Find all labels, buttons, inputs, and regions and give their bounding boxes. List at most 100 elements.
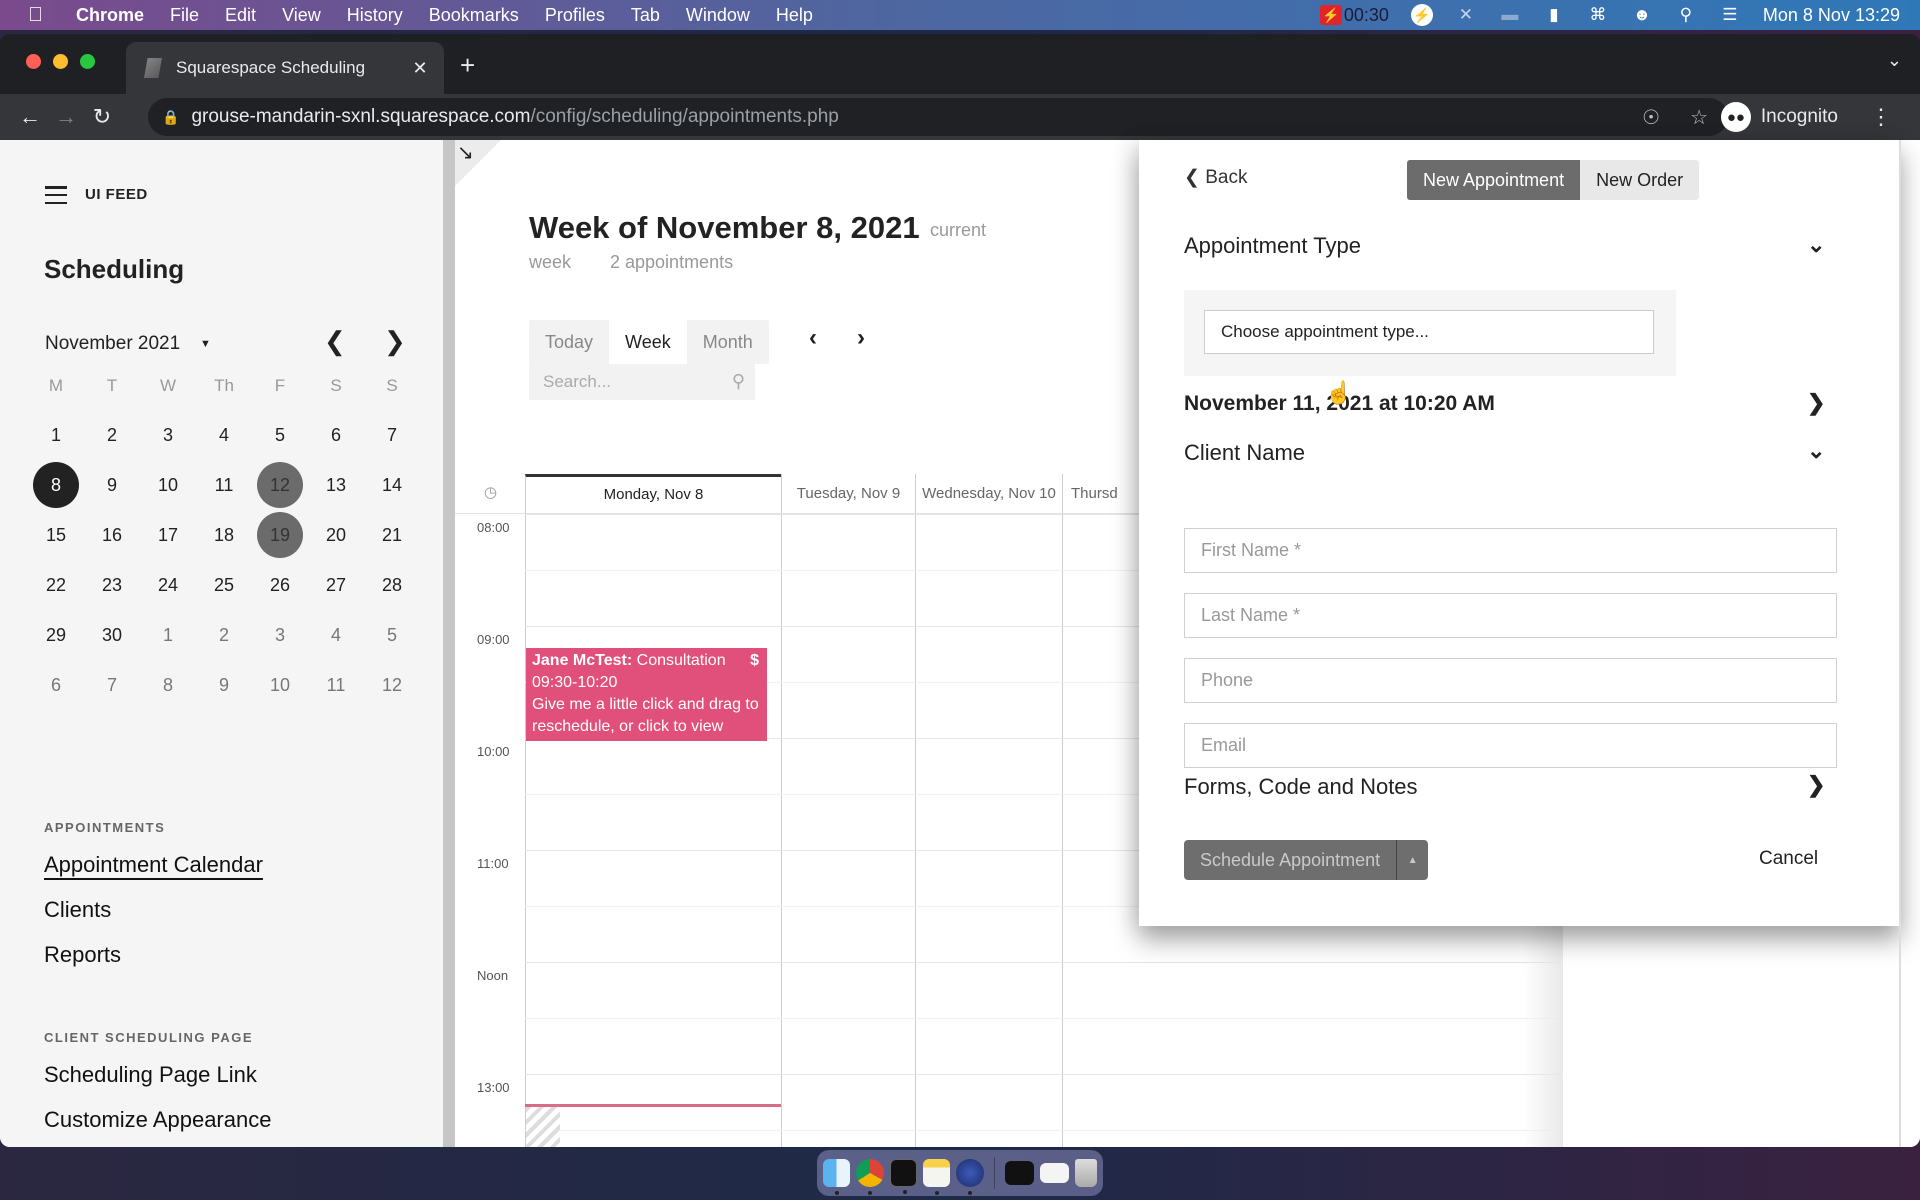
mini-calendar-day[interactable]: 30 [89, 612, 135, 658]
dock-trash-icon[interactable] [1075, 1159, 1097, 1187]
mini-calendar-day[interactable]: 10 [145, 462, 191, 508]
mini-calendar-day[interactable]: 23 [89, 562, 135, 608]
dock-finder-icon[interactable] [823, 1159, 851, 1195]
month-dropdown-caret-icon[interactable]: ▼ [200, 338, 211, 350]
mini-calendar-day[interactable]: 18 [201, 512, 247, 558]
mini-calendar-day[interactable]: 16 [89, 512, 135, 558]
nav-customize-appearance[interactable]: Customize Appearance [44, 1107, 271, 1133]
dock-terminal-icon[interactable] [889, 1159, 918, 1194]
menu-tab[interactable]: Tab [631, 5, 660, 26]
mini-calendar-day[interactable]: 2 [89, 412, 135, 458]
phone-field[interactable]: Phone [1184, 658, 1837, 703]
mini-calendar-day[interactable]: 5 [257, 412, 303, 458]
tab-new-order[interactable]: New Order [1580, 160, 1700, 200]
mini-calendar-day[interactable]: 5 [369, 612, 415, 658]
back-button[interactable]: ❮ Back [1184, 166, 1247, 189]
view-today-button[interactable]: Today [529, 320, 609, 364]
recording-indicator[interactable]: ⚡ 00:30 [1319, 5, 1389, 26]
calendar-event[interactable]: Jane McTest: Consultation $ 09:30-10:20 … [526, 648, 767, 741]
calendar-search-input[interactable]: Search... ⚲ [529, 364, 755, 400]
menu-edit[interactable]: Edit [225, 5, 256, 26]
mini-calendar-day[interactable]: 25 [201, 562, 247, 608]
nav-scheduling-page-link[interactable]: Scheduling Page Link [44, 1062, 257, 1088]
caret-up-icon[interactable]: ▲ [1396, 840, 1428, 880]
hamburger-menu-icon[interactable] [45, 186, 67, 204]
first-name-field[interactable]: First Name * [1184, 528, 1837, 573]
apple-icon[interactable]:  [28, 4, 50, 27]
mini-calendar-day[interactable]: 29 [33, 612, 79, 658]
reload-icon[interactable]: ↻ [84, 104, 120, 130]
mini-calendar-day[interactable]: 15 [33, 512, 79, 558]
menu-bookmarks[interactable]: Bookmarks [429, 5, 519, 26]
timezone-clock-icon[interactable]: ◷ [484, 483, 497, 501]
menu-view[interactable]: View [282, 5, 321, 26]
mini-calendar-day[interactable]: 11 [313, 662, 359, 708]
control-center-icon[interactable]: ☰ [1719, 4, 1741, 26]
mini-calendar-day[interactable]: 12 [369, 662, 415, 708]
mini-calendar-day[interactable]: 10 [257, 662, 303, 708]
mini-calendar-day[interactable]: 9 [201, 662, 247, 708]
forms-code-notes-heading[interactable]: Forms, Code and Notes [1184, 774, 1418, 800]
chevron-down-icon[interactable]: ⌄ [1807, 232, 1825, 258]
column-header-wednesday[interactable]: Wednesday, Nov 10 [915, 474, 1062, 514]
dock-minimized-window-icon[interactable] [1004, 1161, 1035, 1185]
menu-file[interactable]: File [170, 5, 199, 26]
mini-calendar-day[interactable]: 21 [369, 512, 415, 558]
mini-calendar-day[interactable]: 22 [33, 562, 79, 608]
mini-calendar-day[interactable]: 26 [257, 562, 303, 608]
close-window-button[interactable] [26, 54, 41, 69]
clock[interactable]: Mon 8 Nov 13:29 [1763, 5, 1900, 26]
mini-calendar-day[interactable]: 7 [89, 662, 135, 708]
bookmark-star-icon[interactable]: ☆ [1690, 105, 1708, 130]
mini-calendar-day[interactable]: 8 [33, 462, 79, 508]
calendar-prev-week-icon[interactable]: ‹ [809, 324, 817, 352]
chevron-right-icon[interactable]: ❯ [1807, 390, 1825, 416]
more-menu-icon[interactable]: ⋮ [1870, 104, 1892, 130]
mini-calendar-day[interactable]: 13 [313, 462, 359, 508]
menu-help[interactable]: Help [776, 5, 813, 26]
mini-calendar-day[interactable]: 24 [145, 562, 191, 608]
forward-arrow-icon[interactable]: → [48, 104, 84, 130]
lock-icon[interactable]: 🔒 [162, 109, 179, 126]
new-tab-button[interactable]: + [460, 50, 475, 81]
mini-calendar-day[interactable]: 4 [313, 612, 359, 658]
browser-tab[interactable]: Squarespace Scheduling ✕ [126, 42, 444, 94]
mini-calendar-day[interactable]: 14 [369, 462, 415, 508]
collapse-arrow-icon[interactable]: ↘ [457, 140, 474, 165]
cancel-button[interactable]: Cancel [1759, 848, 1818, 870]
mini-calendar-day[interactable]: 12 [257, 462, 303, 508]
view-month-button[interactable]: Month [687, 320, 769, 364]
mini-calendar-day[interactable]: 11 [201, 462, 247, 508]
column-header-monday[interactable]: Monday, Nov 8 [525, 474, 781, 514]
mini-calendar-next-icon[interactable]: ❯ [384, 326, 406, 357]
search-icon[interactable]: ⚲ [732, 371, 745, 392]
mini-calendar-day[interactable]: 19 [257, 512, 303, 558]
mini-calendar-day[interactable]: 6 [313, 412, 359, 458]
back-arrow-icon[interactable]: ← [12, 104, 48, 130]
mini-calendar-day[interactable]: 6 [33, 662, 79, 708]
search-icon[interactable]: ⚲ [1675, 4, 1697, 26]
menu-history[interactable]: History [347, 5, 403, 26]
dock-minimized-window-icon[interactable] [1040, 1163, 1070, 1183]
wifi-icon[interactable]: ⌘ [1587, 4, 1609, 26]
mini-calendar-prev-icon[interactable]: ❮ [324, 326, 346, 357]
incognito-profile[interactable]: ●● Incognito ⋮ [1720, 98, 1892, 136]
mini-calendar-day[interactable]: 28 [369, 562, 415, 608]
sidebar-scrollbar[interactable] [443, 140, 455, 1147]
appointment-type-select[interactable]: Choose appointment type... [1204, 310, 1654, 354]
dock-notes-icon[interactable] [923, 1159, 951, 1195]
mini-calendar-day[interactable]: 4 [201, 412, 247, 458]
panel-scrollbar[interactable] [1899, 140, 1901, 1147]
bolt-icon[interactable]: ⚡ [1410, 4, 1433, 26]
menu-window[interactable]: Window [686, 5, 750, 26]
mini-calendar-day[interactable]: 7 [369, 412, 415, 458]
dock-icon[interactable]: ▬ [1499, 4, 1521, 26]
current-week-link[interactable]: current [930, 220, 986, 241]
current-week-link-cont[interactable]: week [529, 252, 571, 273]
mini-calendar-day[interactable]: 1 [33, 412, 79, 458]
chevron-down-icon[interactable]: ⌄ [1807, 438, 1825, 464]
minimize-window-button[interactable] [53, 54, 68, 69]
mini-calendar-day[interactable]: 3 [257, 612, 303, 658]
mini-calendar-day[interactable]: 3 [145, 412, 191, 458]
chevron-right-icon[interactable]: ❯ [1807, 772, 1825, 798]
